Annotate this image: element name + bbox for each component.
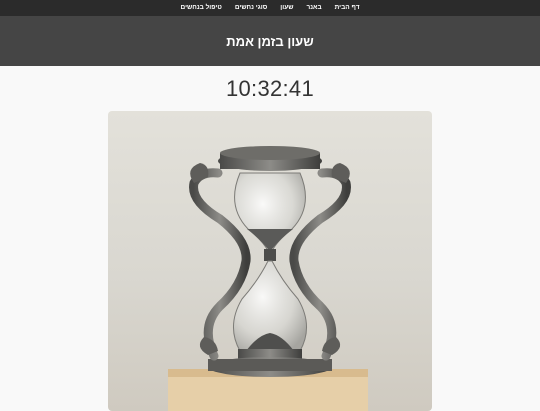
nav-link-snake-care[interactable]: טיפול בנחשים xyxy=(181,0,222,16)
realtime-clock: 10:32:41 xyxy=(225,76,315,101)
nav-link-banner[interactable]: באנר xyxy=(306,0,321,16)
page-header: שעון בזמן אמת xyxy=(0,16,540,66)
nav-link-home[interactable]: דף הבית xyxy=(335,0,360,16)
hourglass-image xyxy=(108,111,432,411)
nav-link-clock[interactable]: שעון xyxy=(280,0,293,16)
page-title: שעון בזמן אמת xyxy=(226,33,314,49)
nav-link-snake-types[interactable]: סוגי נחשים xyxy=(235,0,267,16)
top-navigation: דף הבית באנר שעון סוגי נחשים טיפול בנחשי… xyxy=(0,0,540,16)
